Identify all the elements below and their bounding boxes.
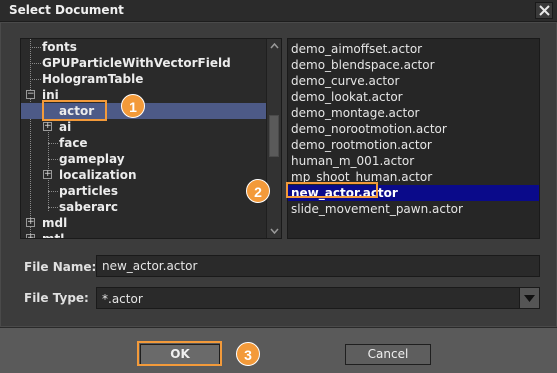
tree-item-gameplay[interactable]: gameplay <box>21 151 266 167</box>
callout-highlight-actor <box>42 100 107 121</box>
tree-item-label: gameplay <box>59 152 125 166</box>
file-item[interactable]: slide_movement_pawn.actor <box>288 201 539 217</box>
tree-scrollbar[interactable] <box>266 39 281 238</box>
tree-item-saberarc[interactable]: saberarc <box>21 199 266 215</box>
chevron-down-icon <box>524 294 535 302</box>
tree-item-label: localization <box>59 168 137 182</box>
tree-item-mdl[interactable]: + mdl <box>21 215 266 231</box>
chevron-down-icon <box>269 228 279 234</box>
callout-badge-1: 1 <box>121 94 145 118</box>
tree-item-localization[interactable]: + localization <box>21 167 266 183</box>
scroll-up-button[interactable] <box>267 39 281 53</box>
tree-item-label: fonts <box>42 40 77 54</box>
button-bar: OK Cancel <box>0 327 557 373</box>
expand-icon[interactable]: + <box>43 170 52 179</box>
tree-item-gpuparticle[interactable]: GPUParticleWithVectorField <box>21 55 266 71</box>
expand-icon[interactable]: + <box>26 234 35 238</box>
file-item[interactable]: demo_lookat.actor <box>288 89 539 105</box>
close-button[interactable] <box>535 2 553 19</box>
tree-rows: fonts GPUParticleWithVectorField Hologra… <box>21 39 266 238</box>
callout-badge-2: 2 <box>246 179 270 203</box>
tree-item-label: ai <box>59 120 72 134</box>
file-type-label: File Type: <box>24 291 89 305</box>
tree-item-label: face <box>59 136 88 150</box>
window-title: Select Document <box>9 3 124 17</box>
dropdown-button[interactable] <box>519 288 539 308</box>
tree-item-particles[interactable]: particles <box>21 183 266 199</box>
tree-item-hologramtable[interactable]: HologramTable <box>21 71 266 87</box>
tree-item-label: mdl <box>42 216 68 230</box>
callout-highlight-ok <box>137 341 222 366</box>
folder-tree[interactable]: fonts GPUParticleWithVectorField Hologra… <box>20 38 282 239</box>
scroll-down-button[interactable] <box>267 224 281 238</box>
file-item[interactable]: demo_curve.actor <box>288 73 539 89</box>
tree-item-label: saberarc <box>59 200 119 214</box>
file-name-label: File Name: <box>24 260 97 274</box>
tree-item-mtl[interactable]: + mtl <box>21 231 266 239</box>
expand-icon[interactable]: + <box>43 122 52 131</box>
tree-item-label: HologramTable <box>42 72 144 86</box>
chevron-up-icon <box>269 43 279 49</box>
callout-badge-3: 3 <box>236 342 260 366</box>
tree-item-ai[interactable]: + ai <box>21 119 266 135</box>
file-item[interactable]: demo_montage.actor <box>288 105 539 121</box>
scrollbar-thumb[interactable] <box>269 115 279 157</box>
callout-highlight-file <box>286 182 378 198</box>
file-item[interactable]: demo_norootmotion.actor <box>288 121 539 137</box>
close-icon <box>538 5 550 16</box>
title-bar: Select Document <box>0 0 557 22</box>
tree-item-label: particles <box>59 184 118 198</box>
tree-item-face[interactable]: face <box>21 135 266 151</box>
tree-item-fonts[interactable]: fonts <box>21 39 266 55</box>
tree-item-label: mtl <box>42 232 65 239</box>
file-name-input[interactable] <box>96 255 540 277</box>
file-list[interactable]: demo_aimoffset.actor demo_blendspace.act… <box>287 38 540 239</box>
file-item[interactable]: demo_blendspace.actor <box>288 57 539 73</box>
file-type-value: *.actor <box>102 292 143 306</box>
expand-icon[interactable]: + <box>26 218 35 227</box>
file-item[interactable]: demo_aimoffset.actor <box>288 41 539 57</box>
file-type-select[interactable]: *.actor <box>96 287 540 309</box>
file-item[interactable]: demo_rootmotion.actor <box>288 137 539 153</box>
file-item[interactable]: human_m_001.actor <box>288 153 539 169</box>
cancel-button[interactable]: Cancel <box>345 344 431 365</box>
collapse-icon[interactable]: − <box>26 90 35 99</box>
tree-item-label: GPUParticleWithVectorField <box>42 56 231 70</box>
